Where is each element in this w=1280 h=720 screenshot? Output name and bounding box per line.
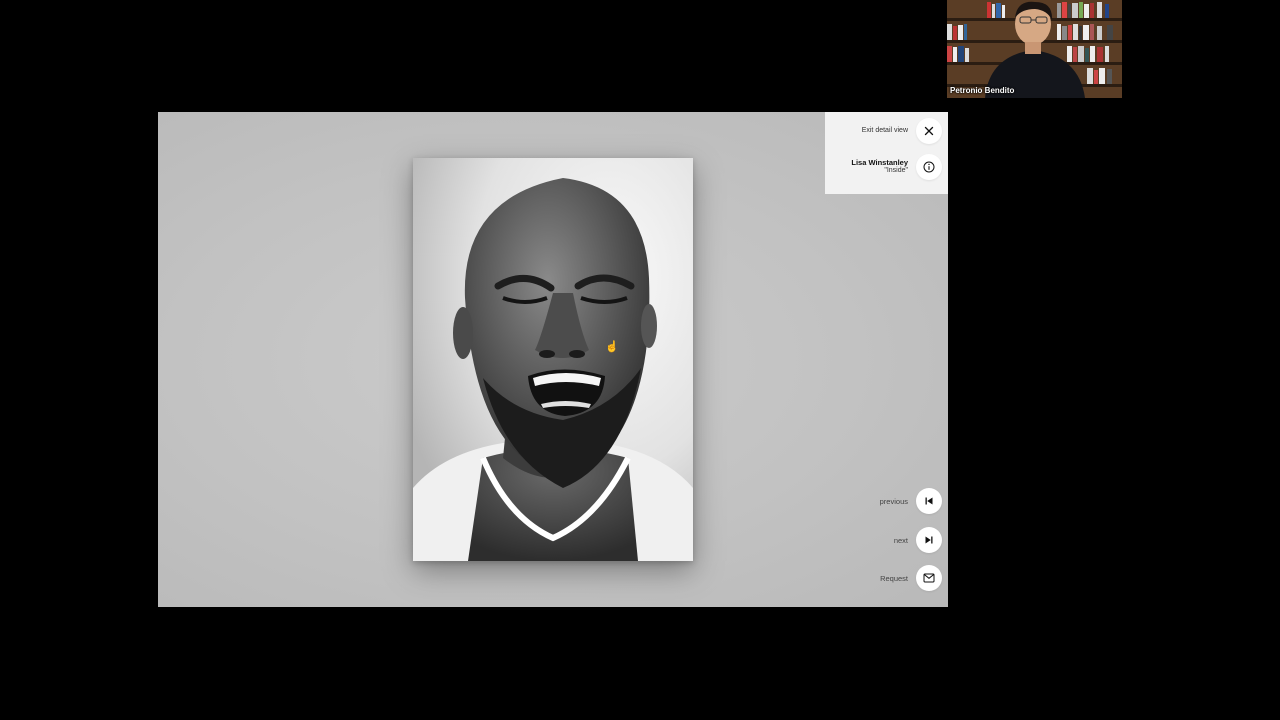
detail-panel: Exit detail view Lisa Winstanley "Inside… [825, 112, 948, 194]
participant-video-image [947, 0, 1122, 98]
request-label: Request [880, 573, 908, 583]
info-icon [923, 161, 935, 173]
mail-icon [923, 573, 935, 583]
meeting-stage: Petronio Bendito Exit detail view Lisa W… [0, 0, 1280, 720]
previous-label: previous [879, 496, 908, 506]
request-row[interactable]: Request [880, 565, 942, 591]
participant-name-label: Petronio Bendito [950, 86, 1015, 95]
artwork-photo [413, 158, 693, 561]
request-button[interactable] [916, 565, 942, 591]
close-icon [924, 126, 934, 136]
artist-name: Lisa Winstanley [851, 157, 908, 167]
artwork-info-row[interactable]: Lisa Winstanley "Inside" [851, 154, 942, 180]
exit-detail-label: Exit detail view [861, 126, 908, 134]
exit-detail-button[interactable] [916, 118, 942, 144]
previous-row[interactable]: previous [880, 488, 942, 514]
next-button[interactable] [916, 527, 942, 553]
hand-cursor-icon: ☝ [605, 341, 619, 353]
skip-next-icon [924, 535, 934, 545]
info-button[interactable] [916, 154, 942, 180]
exit-detail-row[interactable]: Exit detail view [862, 118, 942, 144]
next-row[interactable]: next [894, 527, 942, 553]
artwork-caption: Lisa Winstanley "Inside" [851, 157, 908, 176]
shared-screen: Exit detail view Lisa Winstanley "Inside… [158, 112, 948, 607]
previous-button[interactable] [916, 488, 942, 514]
next-label: next [893, 535, 908, 545]
participant-video-tile[interactable]: Petronio Bendito [947, 0, 1122, 98]
skip-previous-icon [924, 496, 934, 506]
artwork-title: "Inside" [884, 167, 908, 175]
artwork-image[interactable] [413, 158, 693, 561]
